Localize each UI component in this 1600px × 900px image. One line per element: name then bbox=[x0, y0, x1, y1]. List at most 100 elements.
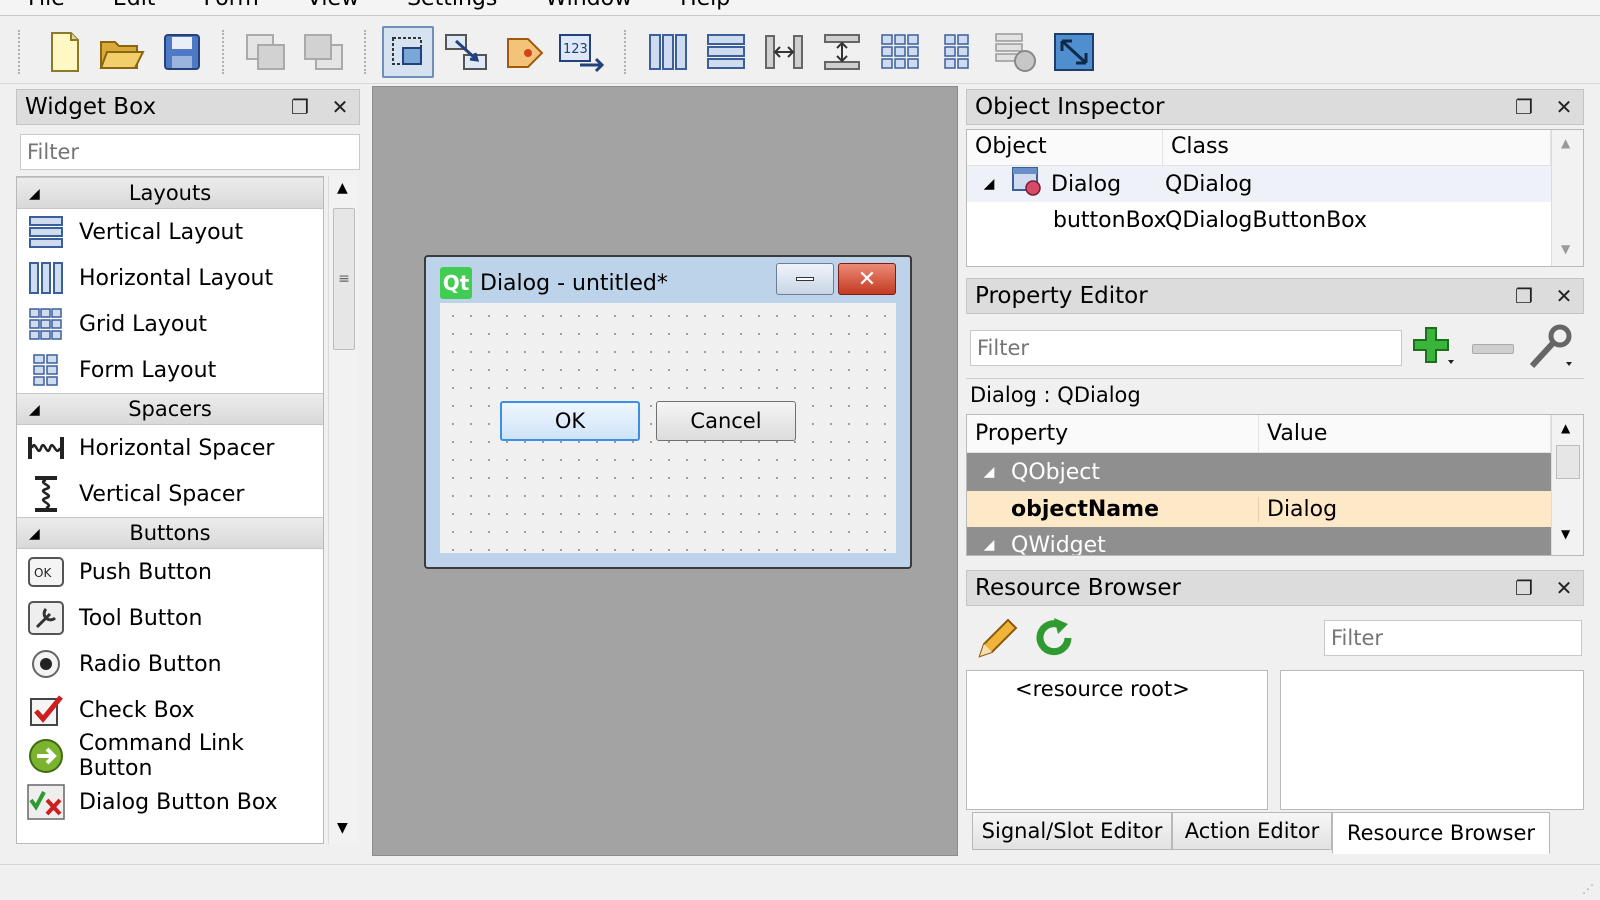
widget-box-scrollbar[interactable]: ▲ ≡ ▼ bbox=[328, 176, 358, 844]
column-class[interactable]: Class bbox=[1163, 130, 1551, 165]
widget-check-box[interactable]: Check Box bbox=[17, 687, 323, 733]
ok-button[interactable]: OK bbox=[500, 401, 640, 441]
column-property[interactable]: Property bbox=[967, 415, 1259, 452]
scroll-thumb[interactable]: ≡ bbox=[333, 208, 355, 350]
layout-vertical-icon[interactable] bbox=[700, 26, 752, 78]
close-dock-icon[interactable]: ✕ bbox=[1553, 94, 1575, 120]
resource-filter-input[interactable] bbox=[1324, 620, 1582, 656]
category-layouts[interactable]: ◢ Layouts bbox=[17, 177, 323, 209]
tab-action-editor[interactable]: Action Editor bbox=[1172, 812, 1332, 850]
category-buttons[interactable]: ◢ Buttons bbox=[17, 517, 323, 549]
float-dock-icon[interactable]: ❐ bbox=[289, 94, 311, 120]
widget-tool-button[interactable]: Tool Button bbox=[17, 595, 323, 641]
widget-grid-layout[interactable]: Grid Layout bbox=[17, 301, 323, 347]
menu-view[interactable]: View bbox=[283, 0, 383, 15]
edit-resources-pencil-icon[interactable] bbox=[974, 616, 1020, 668]
widget-command-link-button[interactable]: Command Link Button bbox=[17, 731, 323, 781]
dialog-button-box-icon bbox=[27, 783, 65, 821]
property-value[interactable]: Dialog bbox=[1259, 497, 1337, 522]
property-group-qobject[interactable]: ◢ QObject bbox=[967, 453, 1551, 491]
configure-wrench-icon[interactable] bbox=[1526, 324, 1576, 372]
widget-horizontal-layout[interactable]: Horizontal Layout bbox=[17, 255, 323, 301]
menu-form[interactable]: Form bbox=[179, 0, 282, 15]
menu-file[interactable]: File bbox=[0, 0, 89, 15]
close-dock-icon[interactable]: ✕ bbox=[329, 94, 351, 120]
remove-property-icon[interactable] bbox=[1472, 344, 1514, 354]
reload-icon[interactable] bbox=[1032, 616, 1078, 668]
status-bar: ⋰ bbox=[0, 864, 1600, 900]
widget-dialog-button-box[interactable]: Dialog Button Box bbox=[17, 779, 323, 825]
widget-radio-button[interactable]: Radio Button bbox=[17, 641, 323, 687]
tree-row-dialog[interactable]: ◢ Dialog QDialog bbox=[967, 166, 1551, 202]
widget-push-button[interactable]: OK Push Button bbox=[17, 549, 323, 595]
resize-grip-icon[interactable]: ⋰ bbox=[1582, 882, 1594, 896]
collapse-arrow-icon[interactable]: ◢ bbox=[29, 395, 40, 425]
resource-root-item[interactable]: <resource root> bbox=[1015, 677, 1190, 701]
open-folder-icon[interactable] bbox=[96, 26, 148, 78]
close-dock-icon[interactable]: ✕ bbox=[1553, 283, 1575, 309]
widget-box-filter-input[interactable] bbox=[20, 134, 360, 170]
column-value[interactable]: Value bbox=[1259, 415, 1551, 452]
category-spacers[interactable]: ◢ Spacers bbox=[17, 393, 323, 425]
scroll-thumb[interactable] bbox=[1556, 445, 1580, 479]
add-property-icon[interactable] bbox=[1410, 324, 1460, 372]
property-group-qwidget[interactable]: ◢ QWidget bbox=[967, 527, 1551, 555]
edit-tab-order-icon[interactable]: 123 bbox=[556, 26, 608, 78]
widget-vertical-spacer[interactable]: Vertical Spacer bbox=[17, 471, 323, 517]
edit-widgets-icon[interactable] bbox=[382, 26, 434, 78]
widget-horizontal-spacer[interactable]: Horizontal Spacer bbox=[17, 425, 323, 471]
collapse-arrow-icon[interactable]: ◢ bbox=[29, 179, 40, 209]
resource-browser-title: Resource Browser bbox=[975, 575, 1181, 601]
menu-edit[interactable]: Edit bbox=[89, 0, 180, 15]
resource-file-list[interactable] bbox=[1280, 670, 1584, 810]
break-layout-icon[interactable] bbox=[990, 26, 1042, 78]
resource-tree[interactable]: <resource root> bbox=[966, 670, 1268, 810]
layout-vertical-splitter-icon[interactable] bbox=[816, 26, 868, 78]
close-dock-icon[interactable]: ✕ bbox=[1553, 575, 1575, 601]
menu-help[interactable]: Help bbox=[656, 0, 754, 15]
layout-form-icon[interactable] bbox=[932, 26, 984, 78]
scroll-up-icon[interactable]: ▲ bbox=[337, 180, 348, 196]
scroll-down-icon[interactable]: ▼ bbox=[1561, 242, 1570, 256]
collapse-arrow-icon[interactable]: ◢ bbox=[967, 537, 1011, 553]
widget-form-layout[interactable]: Form Layout bbox=[17, 347, 323, 393]
property-filter-input[interactable] bbox=[970, 330, 1402, 366]
layout-horizontal-splitter-icon[interactable] bbox=[758, 26, 810, 78]
scroll-down-icon[interactable]: ▼ bbox=[1561, 527, 1570, 541]
tree-row-buttonbox[interactable]: buttonBox QDialogButtonBox bbox=[967, 202, 1551, 238]
menu-window[interactable]: Window bbox=[521, 0, 656, 15]
form-canvas[interactable]: OK Cancel bbox=[440, 303, 896, 553]
tab-resource-browser[interactable]: Resource Browser bbox=[1332, 812, 1550, 854]
layout-grid-icon[interactable] bbox=[874, 26, 926, 78]
adjust-size-icon[interactable] bbox=[1048, 26, 1100, 78]
float-dock-icon[interactable]: ❐ bbox=[1513, 94, 1535, 120]
form-window[interactable]: Qt Dialog - untitled* ✕ OK Cancel bbox=[424, 255, 912, 569]
float-dock-icon[interactable]: ❐ bbox=[1513, 575, 1535, 601]
send-to-back-icon[interactable] bbox=[240, 26, 292, 78]
close-form-button[interactable]: ✕ bbox=[838, 263, 896, 295]
scroll-down-icon[interactable]: ▼ bbox=[337, 820, 348, 836]
property-table-scrollbar[interactable]: ▲ ▼ bbox=[1551, 415, 1583, 555]
save-icon[interactable] bbox=[156, 26, 208, 78]
property-row-objectname[interactable]: objectName Dialog bbox=[967, 491, 1551, 527]
collapse-arrow-icon[interactable]: ◢ bbox=[967, 176, 1011, 192]
edit-signals-slots-icon[interactable] bbox=[440, 26, 492, 78]
column-object[interactable]: Object bbox=[967, 130, 1163, 165]
new-file-icon[interactable] bbox=[38, 26, 90, 78]
edit-buddies-icon[interactable] bbox=[498, 26, 550, 78]
scroll-up-icon[interactable]: ▲ bbox=[1561, 136, 1570, 150]
object-tree-scrollbar[interactable]: ▲ ▼ bbox=[1551, 130, 1583, 266]
class-name: QDialogButtonBox bbox=[1165, 207, 1367, 233]
bring-to-front-icon[interactable] bbox=[298, 26, 350, 78]
collapse-arrow-icon[interactable]: ◢ bbox=[967, 464, 1011, 480]
minimize-button[interactable] bbox=[776, 263, 834, 295]
scroll-up-icon[interactable]: ▲ bbox=[1561, 421, 1570, 435]
property-editor-panel: Property Editor ❐ ✕ Dialog : QDialog Pro… bbox=[966, 278, 1584, 558]
menu-settings[interactable]: Settings bbox=[383, 0, 521, 15]
tab-signal-slot-editor[interactable]: Signal/Slot Editor bbox=[972, 812, 1172, 850]
collapse-arrow-icon[interactable]: ◢ bbox=[29, 519, 40, 549]
float-dock-icon[interactable]: ❐ bbox=[1513, 283, 1535, 309]
layout-horizontal-icon[interactable] bbox=[642, 26, 694, 78]
cancel-button[interactable]: Cancel bbox=[656, 401, 796, 441]
widget-vertical-layout[interactable]: Vertical Layout bbox=[17, 209, 323, 255]
